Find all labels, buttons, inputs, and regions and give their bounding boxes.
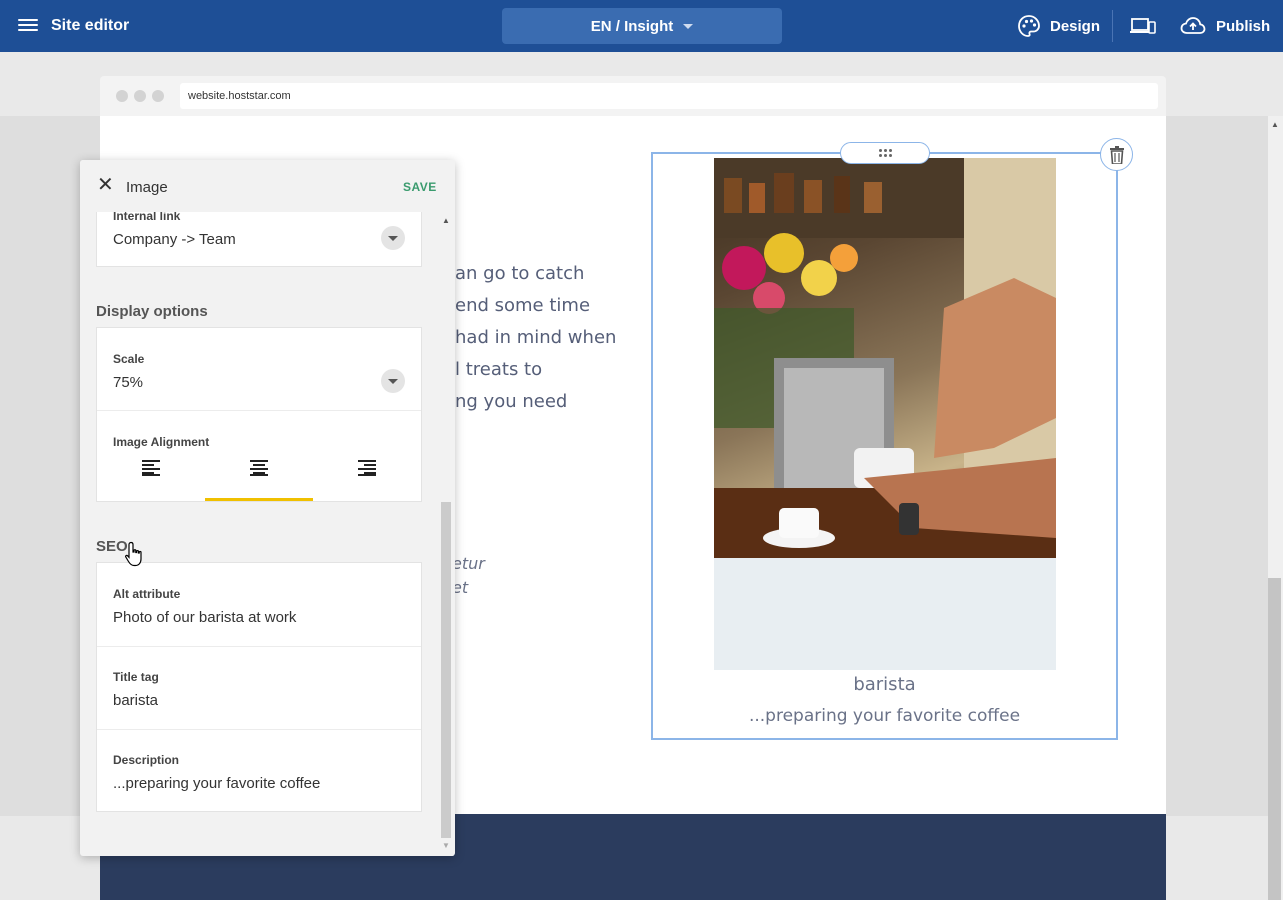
align-left-button[interactable] bbox=[97, 452, 205, 502]
image-settings-panel: ✕ Image SAVE Internal link Company -> Te… bbox=[80, 160, 455, 856]
app-title: Site editor bbox=[51, 17, 130, 34]
cloud-upload-icon bbox=[1180, 17, 1206, 34]
hand-cursor-icon bbox=[125, 541, 142, 567]
page-body-text[interactable]: an go to catch end some time had in mind… bbox=[455, 258, 616, 418]
alt-attribute-field[interactable]: Alt attribute Photo of our barista at wo… bbox=[113, 587, 413, 626]
page-italic-text[interactable]: etur et bbox=[452, 552, 485, 600]
delete-image-button[interactable] bbox=[1100, 138, 1133, 171]
image-alignment-label: Image Alignment bbox=[113, 435, 210, 449]
alignment-selected-indicator bbox=[205, 498, 313, 501]
title-tag-label: Title tag bbox=[113, 670, 159, 684]
scale-value: 75% bbox=[113, 374, 144, 391]
panel-header: ✕ Image SAVE bbox=[80, 160, 455, 212]
display-options-heading: Display options bbox=[96, 303, 208, 320]
align-center-button[interactable] bbox=[205, 452, 313, 502]
panel-scrollbar-thumb[interactable] bbox=[441, 502, 451, 838]
barista-photo[interactable] bbox=[714, 158, 1056, 670]
window-dot bbox=[134, 90, 146, 102]
title-tag-value: barista bbox=[113, 692, 159, 709]
design-button[interactable]: Design bbox=[1018, 0, 1100, 52]
publish-label: Publish bbox=[1216, 17, 1271, 35]
divider bbox=[97, 646, 421, 647]
align-right-icon bbox=[358, 460, 376, 476]
panel-scroll-up-icon[interactable]: ▲ bbox=[442, 216, 450, 225]
top-bar: Site editor EN / Insight Design Publish bbox=[0, 0, 1283, 52]
align-left-icon bbox=[142, 460, 160, 476]
internal-link-field[interactable]: Internal link Company -> Team bbox=[113, 209, 413, 248]
design-label: Design bbox=[1050, 17, 1101, 35]
image-alignment-field: Image Alignment bbox=[113, 435, 413, 449]
description-value: ...preparing your favorite coffee bbox=[113, 775, 321, 792]
scroll-up-arrow-icon[interactable]: ▲ bbox=[1271, 120, 1279, 129]
photo-illustration bbox=[714, 158, 1056, 670]
body-line: ng you need bbox=[455, 391, 568, 412]
device-preview-button[interactable] bbox=[1130, 0, 1156, 52]
alt-attribute-value: Photo of our barista at work bbox=[113, 609, 297, 626]
scale-label: Scale bbox=[113, 352, 145, 366]
description-field[interactable]: Description ...preparing your favorite c… bbox=[113, 753, 413, 792]
save-button[interactable]: SAVE bbox=[403, 180, 437, 194]
publish-button[interactable]: Publish bbox=[1180, 0, 1270, 52]
align-right-button[interactable] bbox=[313, 452, 421, 502]
italic-line: et bbox=[452, 578, 469, 597]
panel-scroll-down-icon[interactable]: ▼ bbox=[442, 841, 450, 850]
url-bar: website.hoststar.com bbox=[180, 83, 1158, 109]
alt-attribute-label: Alt attribute bbox=[113, 587, 181, 601]
window-dot bbox=[116, 90, 128, 102]
seo-heading: SEO bbox=[96, 538, 128, 555]
image-caption-subtitle[interactable]: ...preparing your favorite coffee bbox=[651, 706, 1118, 726]
divider bbox=[97, 410, 421, 411]
language-select[interactable]: EN / Insight bbox=[502, 8, 782, 44]
internal-link-value: Company -> Team bbox=[113, 231, 236, 248]
body-line: had in mind when bbox=[455, 327, 617, 348]
body-line: an go to catch bbox=[455, 263, 585, 284]
body-line: l treats to bbox=[455, 359, 543, 380]
devices-icon bbox=[1130, 18, 1156, 34]
italic-line: etur bbox=[452, 554, 485, 573]
palette-icon bbox=[1018, 15, 1040, 37]
caret-down-icon bbox=[388, 378, 398, 384]
drag-dots-icon bbox=[878, 149, 892, 157]
caret-down-icon bbox=[683, 23, 694, 29]
hamburger-menu-icon[interactable] bbox=[18, 16, 38, 36]
page-scrollbar-thumb[interactable] bbox=[1268, 578, 1281, 900]
scale-dropdown-button[interactable] bbox=[381, 369, 405, 393]
scale-field[interactable]: Scale 75% bbox=[113, 352, 413, 391]
drag-handle[interactable] bbox=[840, 142, 930, 164]
trash-icon bbox=[1109, 145, 1124, 164]
seo-card: Alt attribute Photo of our barista at wo… bbox=[96, 562, 422, 812]
image-caption-title[interactable]: barista bbox=[651, 674, 1118, 695]
body-line: end some time bbox=[455, 295, 591, 316]
window-dot bbox=[152, 90, 164, 102]
toolbar-divider bbox=[1112, 10, 1113, 42]
panel-title: Image bbox=[126, 179, 168, 196]
language-select-label: EN / Insight bbox=[590, 17, 674, 35]
display-options-card: Scale 75% Image Alignment bbox=[96, 327, 422, 502]
align-center-icon bbox=[250, 460, 268, 476]
description-label: Description bbox=[113, 753, 180, 767]
caret-down-icon bbox=[388, 235, 398, 241]
divider bbox=[97, 729, 421, 730]
title-tag-field[interactable]: Title tag barista bbox=[113, 670, 413, 709]
internal-link-dropdown-button[interactable] bbox=[381, 226, 405, 250]
close-icon[interactable]: ✕ bbox=[97, 175, 114, 195]
